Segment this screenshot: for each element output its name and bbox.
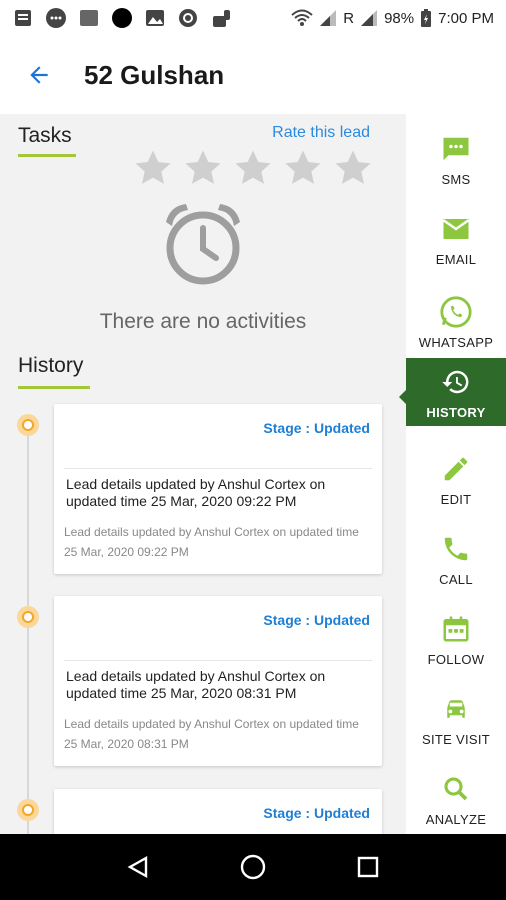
edit-label: EDIT: [440, 491, 472, 507]
car-icon: [447, 699, 465, 718]
card-divider: [64, 660, 372, 661]
battery-icon: [421, 9, 432, 27]
nav-recents-button[interactable]: [354, 853, 382, 881]
call-icon: [444, 537, 468, 560]
star-icon[interactable]: [132, 148, 174, 188]
analyze-action[interactable]: ANALYZE: [406, 760, 506, 838]
empty-activities-text: There are no activities: [99, 310, 307, 333]
timeline-dot: [17, 799, 39, 821]
history-detail: Lead details updated by Anshul Cortex on…: [64, 717, 359, 751]
tasks-heading: Tasks: [18, 124, 72, 147]
page-title: 52 Gulshan: [84, 59, 225, 90]
whatsapp-icon: [440, 295, 472, 328]
record-icon: [112, 8, 132, 28]
timeline-line: [27, 424, 29, 834]
nav-home-button[interactable]: [239, 853, 267, 881]
edit-action[interactable]: EDIT: [406, 440, 506, 518]
history-icon: [442, 370, 469, 393]
email-label: EMAIL: [435, 251, 477, 267]
message-icon: [46, 8, 66, 28]
star-icon[interactable]: [182, 148, 224, 188]
sync-icon: [179, 9, 197, 27]
history-description: Lead details updated by Anshul Cortex on…: [66, 476, 326, 509]
battery-level: 98%: [384, 9, 415, 27]
history-underline: [18, 386, 90, 389]
carrier-label: R: [343, 9, 355, 27]
follow-label: FOLLOW: [427, 651, 485, 667]
action-rail: SMS EMAIL WHATSAPP HISTORY EDIT CALL FOL…: [399, 114, 506, 834]
call-action[interactable]: CALL: [406, 520, 506, 598]
triangle-back-icon: [127, 855, 147, 879]
rating-stars[interactable]: [132, 148, 374, 188]
sms-icon: [443, 137, 469, 160]
status-bar: R 98% 7:00 PM: [0, 0, 506, 36]
site-visit-action[interactable]: SITE VISIT: [406, 680, 506, 758]
system-nav-bar: [0, 834, 506, 900]
history-heading: History: [18, 354, 84, 377]
circle-home-icon: [240, 854, 266, 880]
image-icon: [146, 10, 164, 26]
star-icon[interactable]: [232, 148, 274, 188]
history-card[interactable]: Stage : Updated Lead details updated by …: [54, 596, 382, 766]
whatsapp-label: WHATSAPP: [418, 334, 494, 350]
search-icon: [444, 776, 468, 800]
history-label: HISTORY: [426, 404, 486, 420]
history-action[interactable]: HISTORY: [399, 358, 506, 426]
email-icon: [442, 218, 470, 239]
alarm-clock-icon: [166, 204, 240, 285]
notification-icon: [15, 10, 31, 26]
stage-label: Stage : Updated: [263, 805, 370, 821]
sms-label: SMS: [441, 171, 471, 187]
main-content: Tasks Rate this lead There are no activi…: [0, 114, 406, 834]
history-detail: Lead details updated by Anshul Cortex on…: [64, 525, 359, 559]
signal-icon-2: [361, 10, 378, 26]
lock-icon: [213, 10, 230, 27]
edit-icon: [444, 457, 468, 480]
call-label: CALL: [439, 571, 473, 587]
wifi-icon: [291, 9, 313, 26]
site-visit-label: SITE VISIT: [421, 731, 490, 747]
star-icon[interactable]: [282, 148, 324, 188]
history-description: Lead details updated by Anshul Cortex on…: [66, 668, 326, 701]
arrow-back-icon: [30, 66, 48, 84]
app-bar: 52 Gulshan: [0, 36, 506, 114]
analyze-label: ANALYZE: [425, 811, 487, 827]
sms-action[interactable]: SMS: [406, 120, 506, 198]
whatsapp-action[interactable]: WHATSAPP: [406, 280, 506, 364]
timeline-dot: [17, 606, 39, 628]
stage-label: Stage : Updated: [263, 420, 370, 436]
history-card[interactable]: Stage : Updated: [54, 789, 382, 834]
app-icon: [80, 10, 98, 26]
nav-back-button[interactable]: [124, 853, 152, 881]
back-button[interactable]: [24, 60, 54, 90]
stage-label: Stage : Updated: [263, 612, 370, 628]
card-divider: [64, 468, 372, 469]
signal-icon: [320, 10, 337, 26]
history-card[interactable]: Stage : Updated Lead details updated by …: [54, 404, 382, 574]
email-action[interactable]: EMAIL: [406, 200, 506, 278]
rate-lead-link[interactable]: Rate this lead: [272, 124, 370, 142]
star-icon[interactable]: [332, 148, 374, 188]
tasks-underline: [18, 154, 76, 157]
follow-action[interactable]: FOLLOW: [406, 600, 506, 678]
clock: 7:00 PM: [438, 9, 494, 27]
calendar-icon: [443, 616, 469, 641]
timeline-dot: [17, 414, 39, 436]
square-recents-icon: [358, 856, 379, 878]
